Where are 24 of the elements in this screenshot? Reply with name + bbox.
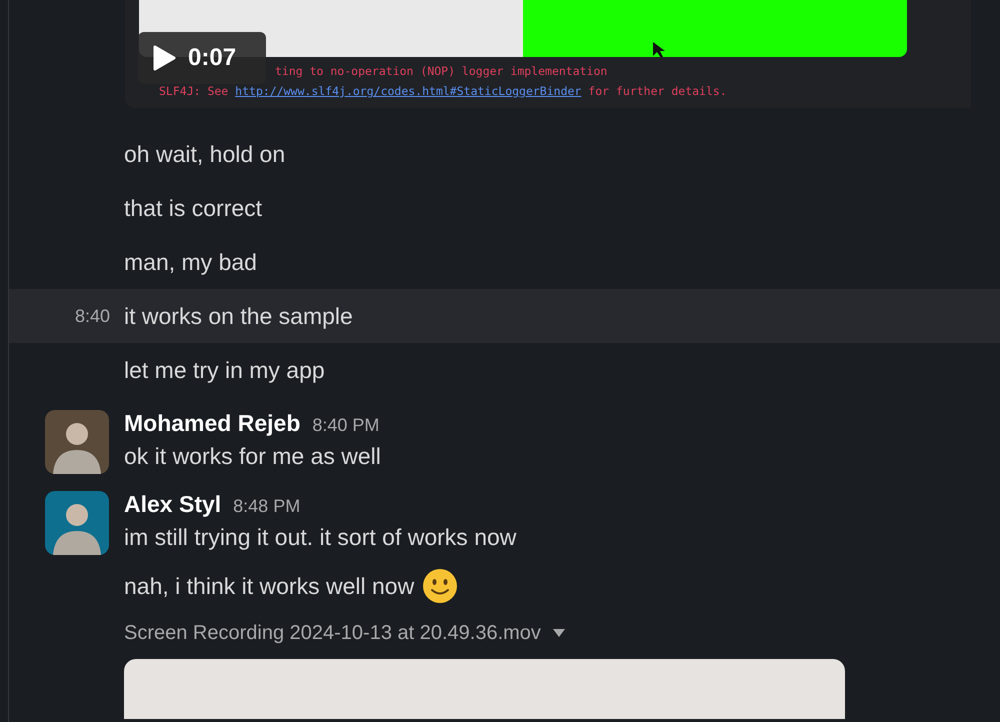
message-text: let me try in my app (124, 356, 325, 384)
message-time[interactable]: 8:40 PM (312, 415, 380, 436)
message-text: ok it works for me as well (124, 443, 381, 470)
message-row[interactable]: 8:40 it works on the sample (9, 289, 1000, 343)
message-text: nah, i think it works well now (124, 572, 414, 600)
log-line: SLF4J: See http://www.slf4j.org/codes.html#StaticLoggerBinder for further details. (159, 83, 728, 100)
message-text: oh wait, hold on (124, 140, 286, 168)
duration-badge[interactable]: 0:07 (138, 32, 266, 84)
duration: 0:07 (188, 44, 236, 72)
author-name[interactable]: Alex Styl (124, 491, 222, 518)
log-link[interactable]: http://www.slf4j.org/codes.html#StaticLoggerBinder (235, 84, 582, 98)
author-name[interactable]: Mohamed Rejeb (124, 410, 300, 437)
play-icon (152, 45, 176, 71)
message-text: it works on the sample (124, 302, 353, 330)
caret-icon[interactable] (552, 629, 565, 637)
avatar[interactable] (45, 410, 109, 474)
log-line: ting to no-operation (NOP) logger implementation (275, 63, 608, 80)
message-time[interactable]: 8:40 (74, 306, 110, 326)
message-text: im still trying it out. it sort of works now (124, 524, 516, 551)
file-name[interactable]: Screen Recording 2024-10-13 at 20.49.36.mov (124, 622, 541, 644)
message-text: that is correct (124, 194, 262, 222)
avatar[interactable] (45, 491, 109, 555)
message-time[interactable]: 8:48 PM (233, 496, 300, 517)
message-text: man, my bad (124, 248, 257, 276)
